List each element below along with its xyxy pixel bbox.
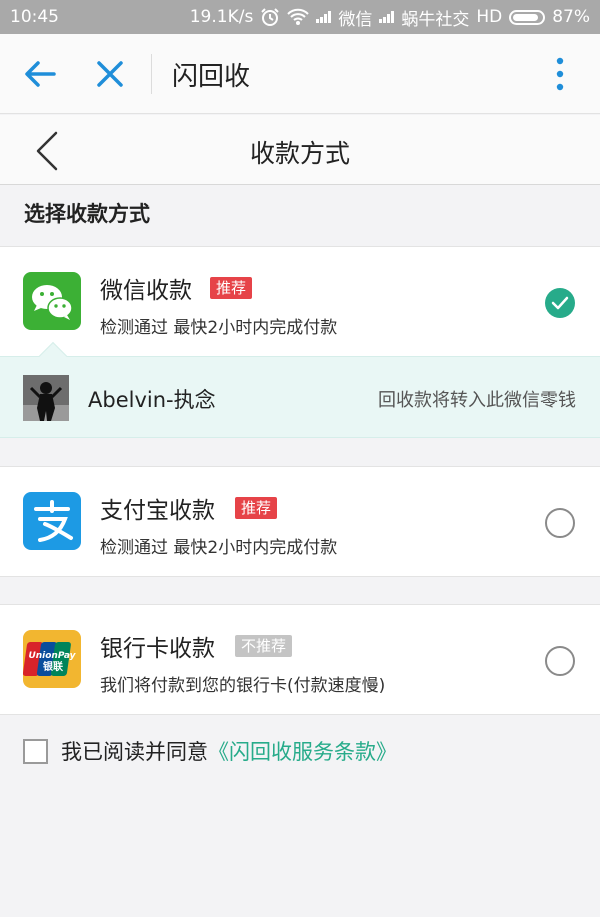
- carrier-2: 蜗牛社交: [401, 9, 470, 30]
- recommend-badge: 推荐: [235, 497, 278, 519]
- carrier-1: 微信: [338, 9, 373, 30]
- alipay-logo-icon: [23, 492, 81, 550]
- bank-card: UnionPay 银联 银行卡收款 不推荐 我们将付款到您的银行卡(付款速度慢): [0, 604, 600, 715]
- unionpay-text: UnionPay: [28, 651, 76, 661]
- not-recommend-badge: 不推荐: [235, 635, 293, 657]
- wechat-card: 微信收款 推荐 检测通过 最快2小时内完成付款: [0, 246, 600, 357]
- option-name: 支付宝收款: [100, 498, 215, 524]
- radio-unselected-icon[interactable]: [545, 508, 575, 538]
- agreement-text: 我已阅读并同意: [61, 740, 208, 764]
- terms-link[interactable]: 《闪回收服务条款》: [208, 736, 397, 766]
- agreement-checkbox[interactable]: [23, 738, 48, 764]
- status-bar: 10:45 19.1K/s 微信 蜗牛社交 HD 87%: [0, 0, 600, 34]
- wifi-icon: [287, 8, 310, 25]
- account-name: Abelvin-执念: [88, 388, 216, 412]
- alarm-icon: [261, 8, 280, 26]
- recommend-badge: 推荐: [210, 277, 253, 299]
- option-subtitle: 检测通过 最快2小时内完成付款: [100, 538, 338, 558]
- browser-title: 闪回收: [172, 62, 251, 92]
- option-subtitle: 检测通过 最快2小时内完成付款: [100, 318, 338, 338]
- signal-icon: [316, 11, 332, 23]
- unionpay-cn-text: 银联: [43, 660, 63, 673]
- selected-check-icon[interactable]: [545, 288, 575, 318]
- wechat-logo-icon: [23, 272, 81, 330]
- signal-icon-2: [379, 11, 395, 23]
- agreement-row: 我已阅读并同意 《闪回收服务条款》: [23, 736, 397, 766]
- account-note: 回收款将转入此微信零钱: [378, 390, 576, 411]
- option-name: 银行卡收款: [100, 636, 215, 662]
- section-title: 选择收款方式: [24, 202, 150, 226]
- option-name: 微信收款: [100, 278, 192, 304]
- close-icon[interactable]: [92, 54, 128, 94]
- page-header: 收款方式: [0, 115, 600, 185]
- option-subtitle: 我们将付款到您的银行卡(付款速度慢): [100, 676, 386, 696]
- page-title: 收款方式: [249, 139, 350, 168]
- back-arrow-icon[interactable]: [22, 54, 58, 94]
- status-right: 19.1K/s 微信 蜗牛社交 HD 87%: [190, 5, 590, 30]
- network-speed: 19.1K/s: [189, 7, 254, 27]
- battery-percent: 87%: [552, 7, 590, 27]
- payment-option-wechat[interactable]: 微信收款 推荐 检测通过 最快2小时内完成付款: [0, 247, 600, 357]
- radio-unselected-icon[interactable]: [545, 646, 575, 676]
- status-time: 10:45: [10, 7, 59, 27]
- battery-icon: [509, 9, 546, 25]
- payment-option-bank-card[interactable]: UnionPay 银联 银行卡收款 不推荐 我们将付款到您的银行卡(付款速度慢): [0, 605, 600, 715]
- alipay-card: 支付宝收款 推荐 检测通过 最快2小时内完成付款: [0, 466, 600, 577]
- more-vertical-icon[interactable]: [548, 54, 572, 94]
- payment-option-alipay[interactable]: 支付宝收款 推荐 检测通过 最快2小时内完成付款: [0, 467, 600, 577]
- toolbar-divider: [151, 54, 152, 94]
- unionpay-logo-icon: UnionPay 银联: [23, 630, 81, 688]
- wechat-account-row: Abelvin-执念 回收款将转入此微信零钱: [0, 341, 600, 438]
- battery-fill: [513, 13, 538, 21]
- hd-label: HD: [476, 7, 503, 27]
- browser-toolbar: 闪回收: [0, 34, 600, 114]
- avatar: [23, 375, 69, 421]
